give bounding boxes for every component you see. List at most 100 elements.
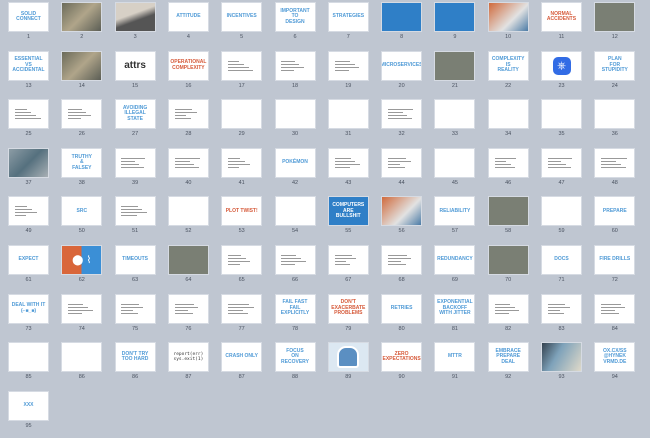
slide-thumbnail[interactable] bbox=[8, 342, 49, 373]
slide-thumbnail[interactable] bbox=[327, 50, 369, 81]
slide-thumbnail[interactable] bbox=[487, 2, 529, 32]
slide-thumbnail[interactable] bbox=[221, 147, 263, 178]
slide-thumbnail[interactable]: ESSENTIAL VS ACCIDENTAL bbox=[8, 50, 49, 81]
slide-number: 62 bbox=[78, 277, 85, 283]
slide-thumbnail[interactable]: PLOT TWIST! bbox=[221, 196, 263, 227]
slide-thumbnail[interactable]: COMPUTERS ARE BULLSHIT bbox=[327, 196, 369, 227]
slide-thumbnail[interactable] bbox=[167, 293, 209, 324]
slide-thumbnail[interactable]: POKÉMON bbox=[274, 147, 316, 178]
slide-thumbnail[interactable] bbox=[381, 196, 423, 227]
slide-thumbnail[interactable] bbox=[594, 2, 636, 32]
slide-number: 90 bbox=[398, 374, 405, 381]
slide-thumbnail[interactable] bbox=[487, 245, 529, 275]
slide-thumbnail[interactable]: EXPONENTIAL BACKOFF WITH JITTER bbox=[434, 293, 476, 324]
slide-thumbnail[interactable] bbox=[8, 196, 49, 227]
slide-thumbnail[interactable] bbox=[114, 147, 156, 178]
slide-thumbnail[interactable] bbox=[487, 196, 529, 227]
slide-number: 93 bbox=[558, 374, 565, 381]
slide-thumbnail[interactable]: NORMAL ACCIDENTS bbox=[541, 2, 582, 32]
slide-thumbnail[interactable] bbox=[61, 50, 103, 81]
slide-thumbnail[interactable] bbox=[114, 196, 156, 227]
slide-thumbnail[interactable]: OX.CX/SS @HYNEK VRMD.DE bbox=[594, 342, 636, 373]
slide-thumbnail[interactable]: ⎈ bbox=[541, 50, 582, 81]
slide-thumbnail[interactable] bbox=[61, 99, 103, 130]
slide-thumbnail[interactable]: XXX bbox=[8, 390, 49, 421]
slide-thumbnail[interactable]: INCENTIVES bbox=[221, 2, 263, 32]
slide-thumbnail[interactable]: SRC bbox=[61, 196, 103, 227]
slide-thumbnail[interactable] bbox=[487, 147, 529, 178]
slide-thumbnail[interactable] bbox=[8, 147, 49, 178]
slide-thumbnail[interactable] bbox=[541, 196, 582, 227]
slide-thumbnail[interactable] bbox=[381, 2, 423, 32]
slide-thumbnail[interactable]: IMPORTANT TO DESIGN bbox=[274, 2, 316, 32]
slide-thumbnail[interactable]: MICROSERVICES bbox=[381, 50, 423, 81]
slide-thumbnail[interactable] bbox=[327, 147, 369, 178]
slide-thumbnail[interactable]: report(err) sys.exit(1) bbox=[167, 342, 209, 373]
slide-thumbnail[interactable] bbox=[327, 245, 369, 275]
slide-thumbnail[interactable] bbox=[167, 147, 209, 178]
slide-thumbnail[interactable] bbox=[327, 342, 369, 373]
slide-thumbnail[interactable] bbox=[594, 293, 636, 324]
slide-thumbnail[interactable]: EXPECT bbox=[8, 245, 49, 275]
slide-thumbnail[interactable] bbox=[61, 2, 103, 32]
slide-thumbnail[interactable]: STRATEGIES bbox=[327, 2, 369, 32]
slide-thumbnail[interactable] bbox=[487, 293, 529, 324]
slide-thumbnail[interactable] bbox=[8, 99, 49, 130]
slide-thumbnail[interactable] bbox=[274, 245, 316, 275]
slide-thumbnail[interactable] bbox=[61, 293, 103, 324]
slide-thumbnail[interactable] bbox=[221, 293, 263, 324]
slide-thumbnail[interactable]: DON'T EXACERBATE PROBLEMS bbox=[327, 293, 369, 324]
slide-thumbnail[interactable] bbox=[434, 147, 476, 178]
slide-thumbnail[interactable] bbox=[274, 50, 316, 81]
slide-thumbnail[interactable]: FOCUS ON RECOVERY bbox=[274, 342, 316, 373]
slide-thumbnail[interactable]: FAIL FAST FAIL EXPLICITLY bbox=[274, 293, 316, 324]
slide-thumbnail[interactable]: PREPARE bbox=[594, 196, 636, 227]
slide-thumbnail[interactable] bbox=[541, 99, 582, 130]
slide-thumbnail[interactable] bbox=[167, 196, 209, 227]
slide-thumbnail[interactable]: RELIABILITY bbox=[434, 196, 476, 227]
slide-thumbnail[interactable]: RETRIES bbox=[381, 293, 423, 324]
slide-thumbnail[interactable]: SOLID CONNECT bbox=[8, 2, 49, 32]
slide-thumbnail[interactable]: PLAN FOR STUPIDITY bbox=[594, 50, 636, 81]
slide-thumbnail[interactable] bbox=[381, 147, 423, 178]
slide-thumbnail[interactable]: TRUTHY & FALSEY bbox=[61, 147, 103, 178]
slide-thumbnail[interactable] bbox=[434, 50, 476, 81]
slide-thumbnail[interactable]: TIMEOUTS bbox=[114, 245, 156, 275]
slide-thumbnail[interactable]: DEAL WITH IT (⌐■_■) bbox=[8, 293, 49, 324]
slide-thumbnail[interactable]: FIRE DRILLS bbox=[594, 245, 636, 275]
slide-thumbnail[interactable] bbox=[541, 342, 582, 373]
slide-thumbnail[interactable] bbox=[434, 99, 476, 130]
slide-thumbnail[interactable] bbox=[221, 50, 263, 81]
slide-thumbnail[interactable] bbox=[221, 99, 263, 130]
slide-thumbnail[interactable]: EMBRACE PREPARE DEAL bbox=[487, 342, 529, 373]
slide-thumbnail[interactable] bbox=[274, 196, 316, 227]
slide-thumbnail[interactable]: REDUNDANCY bbox=[434, 245, 476, 275]
slide-thumbnail[interactable] bbox=[167, 99, 209, 130]
slide-thumbnail[interactable]: attrs bbox=[114, 50, 156, 81]
slide-thumbnail[interactable] bbox=[541, 147, 582, 178]
slide-thumbnail[interactable]: COMPLEXITY IS REALITY bbox=[487, 50, 529, 81]
slide-thumbnail[interactable]: MTTR bbox=[434, 342, 476, 373]
slide-thumbnail[interactable]: OPERATIONAL COMPLEXITY bbox=[167, 50, 209, 81]
slide-thumbnail[interactable] bbox=[381, 245, 423, 275]
slide-thumbnail[interactable] bbox=[274, 99, 316, 130]
slide-thumbnail[interactable]: DON'T TRY TOO HARD bbox=[114, 342, 156, 373]
slide-thumbnail[interactable] bbox=[327, 99, 369, 130]
slide-thumbnail[interactable] bbox=[167, 245, 209, 275]
slide-thumbnail[interactable] bbox=[434, 2, 476, 32]
slide-thumbnail[interactable] bbox=[221, 245, 263, 275]
slide-thumbnail[interactable] bbox=[381, 99, 423, 130]
slide-thumbnail[interactable] bbox=[594, 147, 636, 178]
slide-thumbnail[interactable]: CRASH ONLY bbox=[221, 342, 263, 373]
slide-thumbnail[interactable] bbox=[594, 99, 636, 130]
slide-thumbnail[interactable]: ZERO EXPECTATIONS bbox=[381, 342, 423, 373]
slide-thumbnail[interactable] bbox=[487, 99, 529, 130]
slide-thumbnail[interactable] bbox=[114, 2, 156, 32]
slide-thumbnail[interactable]: ⬤ ⌇ bbox=[61, 245, 103, 275]
slide-thumbnail[interactable]: AVOIDING ILLEGAL STATE bbox=[114, 99, 156, 130]
slide-thumbnail[interactable] bbox=[61, 342, 103, 373]
slide-thumbnail[interactable]: DOCS bbox=[541, 245, 582, 275]
slide-thumbnail[interactable]: ATTITUDE bbox=[167, 2, 209, 32]
slide-thumbnail[interactable] bbox=[114, 293, 156, 324]
slide-thumbnail[interactable] bbox=[541, 293, 582, 324]
